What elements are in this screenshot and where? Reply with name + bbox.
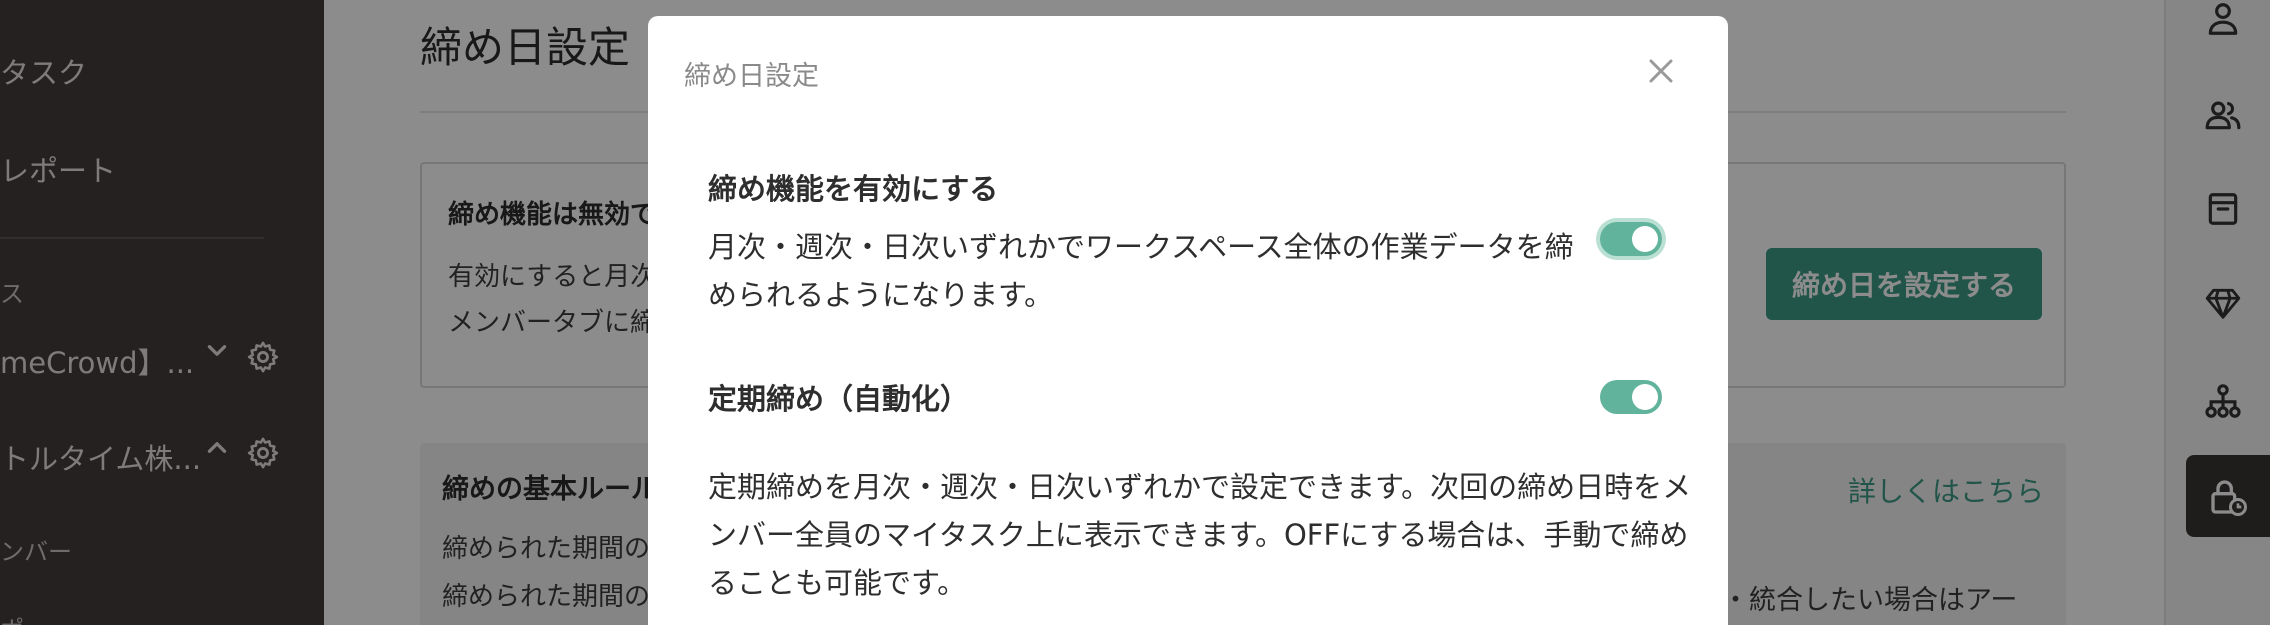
close-icon[interactable]: [1646, 56, 1676, 86]
scheduled-closing-desc-line: 定期締めを月次・週次・日次いずれかで設定できます。次回の締め日時をメ: [708, 470, 1692, 504]
enable-closing-desc-line: められるようになります。: [708, 278, 1054, 312]
modal-title: 締め日設定: [684, 61, 819, 92]
scheduled-closing-heading: 定期締め（自動化）: [708, 382, 970, 416]
scheduled-closing-toggle[interactable]: [1600, 380, 1662, 414]
toggle-knob: [1632, 226, 1658, 252]
scheduled-closing-desc-line: ることも可能です。: [708, 566, 967, 600]
enable-closing-toggle[interactable]: [1600, 222, 1662, 256]
toggle-knob: [1632, 384, 1658, 410]
closing-settings-modal: 締め日設定 締め機能を有効にする 月次・週次・日次いずれかでワークスペース全体の…: [648, 16, 1728, 625]
enable-closing-heading: 締め機能を有効にする: [708, 172, 999, 206]
scheduled-closing-desc-line: ンバー全員のマイタスク上に表示できます。OFFにする場合は、手動で締め: [708, 518, 1689, 552]
enable-closing-desc-line: 月次・週次・日次いずれかでワークスペース全体の作業データを締: [708, 230, 1574, 264]
